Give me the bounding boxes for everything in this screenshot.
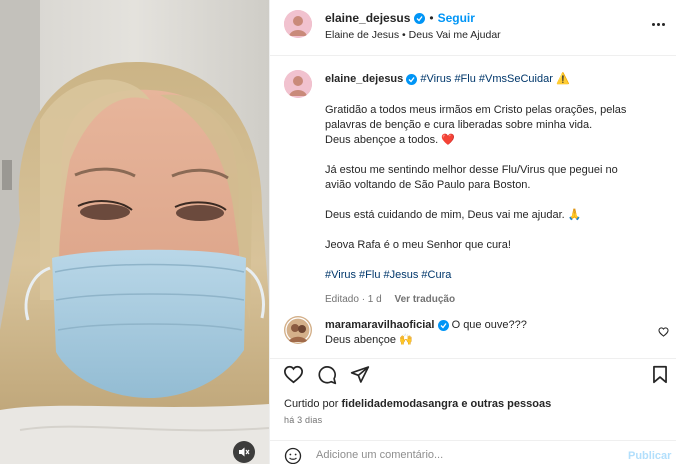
caption-bottom-hashtags[interactable]: #Virus #Flu #Jesus #Cura [325, 268, 665, 283]
caption-author-avatar[interactable] [284, 70, 312, 98]
warning-emoji: ⚠️ [555, 73, 570, 85]
verified-badge-icon [437, 320, 449, 331]
post-header: elaine_dejesus • Seguir Elaine de Jesus … [270, 0, 676, 56]
caption-meta: Editado · 1 d Ver tradução [325, 292, 665, 307]
caption-title-hashtags[interactable]: #Virus #Flu #VmsSeCuidar [420, 73, 552, 85]
praying-hands-emoji: 🙏 [567, 209, 582, 221]
bookmark-icon [653, 365, 667, 384]
comment-text: maramaravilhaoficial O que ouve??? Deus … [325, 319, 527, 346]
add-comment-bar: Publicar [270, 440, 676, 464]
commenter-avatar[interactable] [284, 316, 312, 344]
share-button[interactable] [350, 365, 370, 389]
see-translation-link[interactable]: Ver tradução [395, 294, 456, 305]
heart-icon [283, 365, 304, 384]
comment-item: maramaravilhaoficial O que ouve??? Deus … [270, 314, 676, 354]
like-button[interactable] [283, 365, 304, 389]
author-line: elaine_dejesus • Seguir [325, 11, 475, 25]
post-media-photo[interactable] [0, 0, 269, 464]
comment-input[interactable] [316, 449, 606, 461]
liked-by-line: Curtido por fidelidademodasangra e outra… [284, 398, 552, 410]
raising-hands-emoji: 🙌 [399, 334, 413, 346]
caption-paragraph-3: Deus está cuidando de mim, Deus vai me a… [325, 209, 582, 221]
audio-muted-button[interactable] [233, 441, 255, 463]
verified-badge-icon [414, 12, 426, 24]
caption-text-block: elaine_dejesus #Virus #Flu #VmsSeCuidar … [325, 72, 665, 307]
comment-icon [318, 366, 337, 385]
save-button[interactable] [652, 365, 668, 389]
liked-by-username[interactable]: fidelidademodasangra [341, 398, 458, 410]
smiley-icon [284, 447, 302, 464]
more-horizontal-icon [652, 22, 655, 26]
others-link[interactable]: e outras pessoas [461, 398, 551, 410]
post-side-panel: elaine_dejesus • Seguir Elaine de Jesus … [269, 0, 676, 464]
action-bar [270, 358, 676, 390]
caption-paragraph-2: Já estou me sentindo melhor desse Flu/Vi… [325, 164, 618, 191]
comment-button[interactable] [317, 365, 337, 390]
verified-badge-icon [406, 74, 418, 85]
author-username[interactable]: elaine_dejesus [325, 11, 410, 25]
edited-timestamp: Editado · 1 d [325, 294, 382, 305]
send-icon [350, 366, 370, 383]
post-time[interactable]: há 3 dias [284, 415, 322, 425]
selfie-image [0, 0, 269, 464]
follow-button[interactable]: Seguir [438, 11, 475, 25]
caption-username[interactable]: elaine_dejesus [325, 73, 403, 85]
caption-paragraph-4: Jeova Rafa é o meu Senhor que cura! [325, 239, 511, 251]
author-avatar[interactable] [284, 10, 312, 38]
post-subtitle[interactable]: Elaine de Jesus • Deus Vai me Ajudar [325, 29, 501, 41]
emoji-picker-button[interactable] [284, 447, 302, 464]
speaker-muted-icon [239, 447, 250, 457]
more-options-button[interactable] [652, 18, 668, 30]
commenter-username[interactable]: maramaravilhaoficial [325, 319, 434, 331]
red-heart-emoji: ❤️ [441, 134, 455, 146]
separator-dot: • [429, 11, 434, 25]
heart-icon [658, 327, 669, 337]
publish-button[interactable]: Publicar [628, 450, 671, 462]
caption-paragraph-1: Gratidão a todos meus irmãos em Cristo p… [325, 104, 627, 146]
comment-like-button[interactable] [658, 324, 669, 342]
